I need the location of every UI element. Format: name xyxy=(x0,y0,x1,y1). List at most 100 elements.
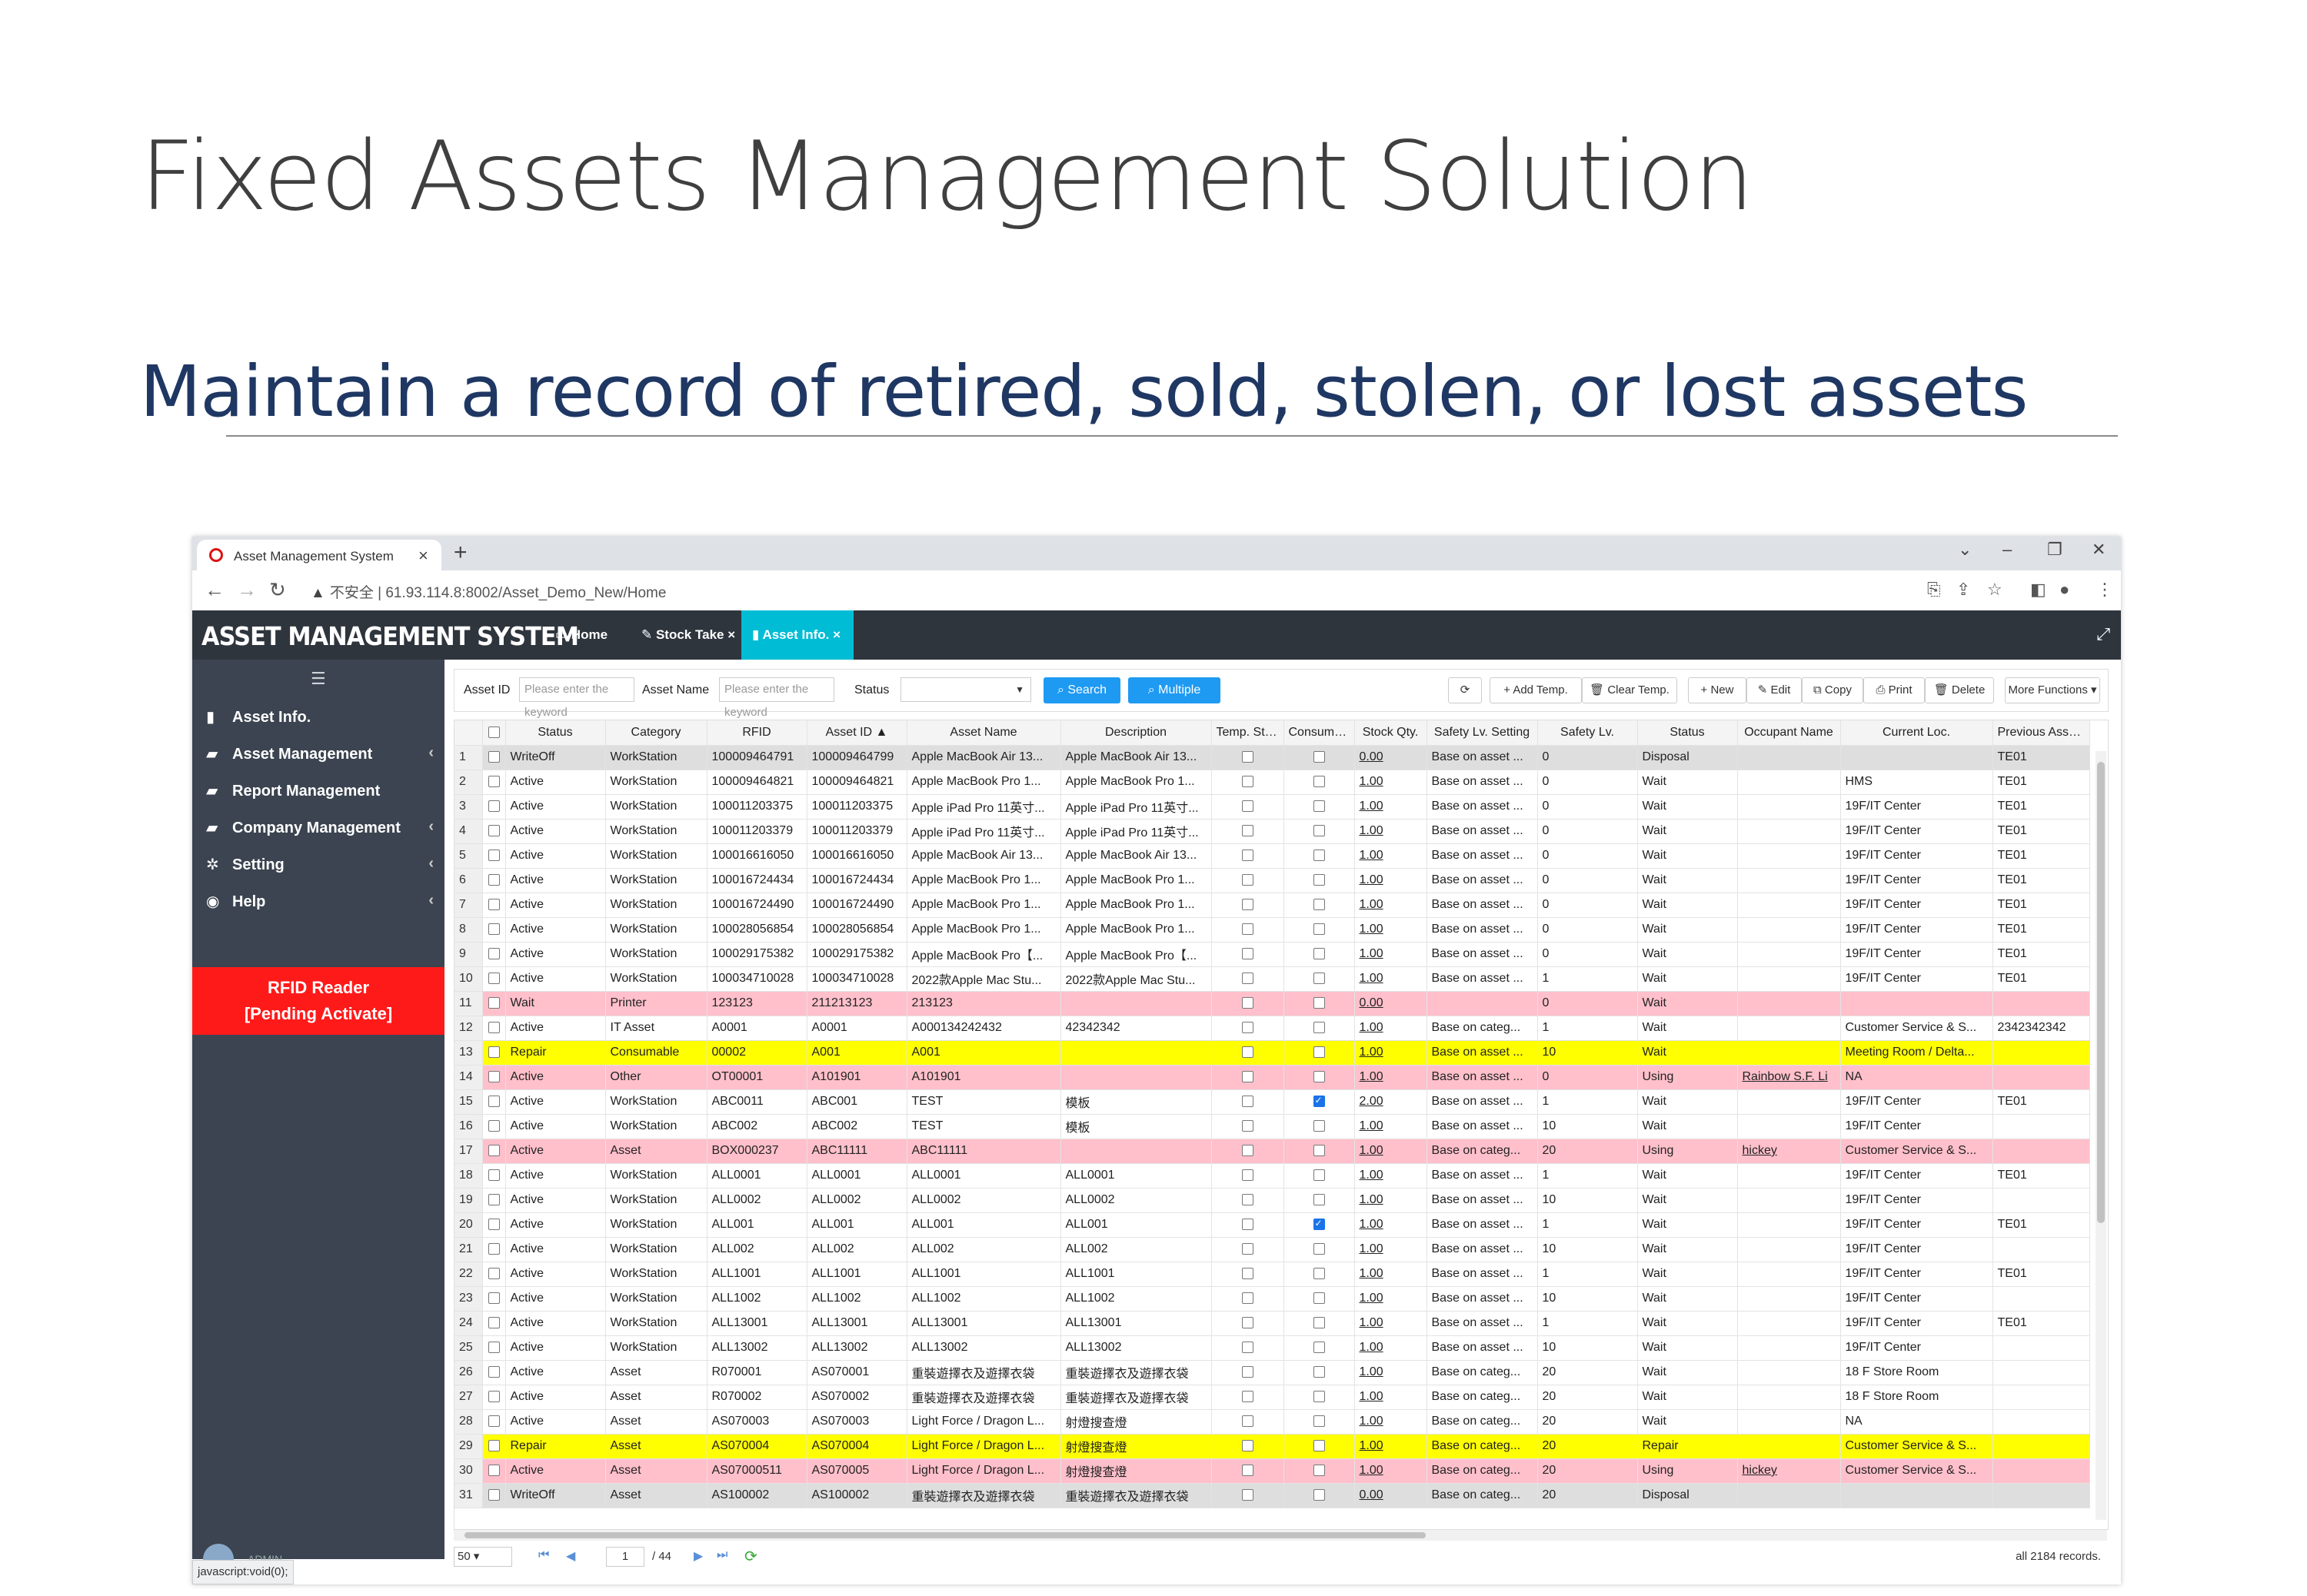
stock-qty-link[interactable]: 1.00 xyxy=(1360,1242,1383,1255)
column-header[interactable]: RFID xyxy=(707,720,807,746)
consumable-checkbox[interactable] xyxy=(1313,1465,1325,1477)
sidebar-item-asset-info[interactable]: ▮ Asset Info. xyxy=(192,700,444,735)
forward-icon[interactable]: → xyxy=(237,578,257,602)
menu-dots-icon[interactable]: ⋮ xyxy=(2096,580,2113,600)
row-checkbox[interactable] xyxy=(488,850,500,862)
refresh-icon[interactable]: ⟳ xyxy=(744,1547,757,1566)
table-row[interactable]: 7 Active WorkStation 100016724490 1000167244… xyxy=(454,893,2090,918)
temp-storage-checkbox[interactable] xyxy=(1241,1243,1253,1255)
row-checkbox[interactable] xyxy=(488,973,500,985)
stock-qty-link[interactable]: 1.00 xyxy=(1360,1267,1383,1280)
temp-storage-checkbox[interactable] xyxy=(1241,1169,1253,1182)
consumable-checkbox[interactable] xyxy=(1313,1120,1325,1132)
table-row[interactable]: 23 Active WorkStation ALL1002 ALL1002 ALL1002… xyxy=(454,1286,2090,1312)
consumable-checkbox[interactable] xyxy=(1313,923,1325,936)
reload-icon[interactable]: ↻ xyxy=(269,578,286,602)
table-row[interactable]: 9 Active WorkStation 100029175382 1000291753… xyxy=(454,942,2090,967)
row-checkbox[interactable] xyxy=(488,874,500,886)
page-number-input[interactable]: 1 xyxy=(606,1547,644,1567)
back-icon[interactable]: ← xyxy=(205,578,225,602)
last-page-icon[interactable]: ⏭ xyxy=(717,1548,727,1562)
page-size-select[interactable]: 50 ▾ xyxy=(454,1547,512,1567)
row-checkbox[interactable] xyxy=(488,923,500,936)
table-row[interactable]: 8 Active WorkStation 100028056854 1000280568… xyxy=(454,917,2090,943)
row-checkbox[interactable] xyxy=(488,800,500,813)
temp-storage-checkbox[interactable] xyxy=(1241,1366,1253,1378)
column-header[interactable]: Stock Qty. xyxy=(1354,720,1427,746)
sidebar-item-asset-management[interactable]: ▰ Asset Management ‹ xyxy=(192,736,444,772)
temp-storage-checkbox[interactable] xyxy=(1241,776,1253,788)
edit-button[interactable]: ✎ Edit xyxy=(1746,677,1802,703)
consumable-checkbox[interactable] xyxy=(1313,1169,1325,1182)
stock-qty-link[interactable]: 1.00 xyxy=(1360,1316,1383,1329)
table-row[interactable]: 31 WriteOff Asset AS100002 AS100002 重裝遊擇衣及遊擇衣… xyxy=(454,1483,2090,1508)
stock-qty-link[interactable]: 1.00 xyxy=(1360,1046,1383,1059)
table-row[interactable]: 27 Active Asset R070002 AS070002 重裝遊擇衣及遊擇衣袋 重裝… xyxy=(454,1385,2090,1410)
table-row[interactable]: 15 ActiveWorkStationABC0011ABC001TEST模板 2.… xyxy=(454,1089,2090,1115)
row-checkbox[interactable] xyxy=(488,1219,500,1231)
row-checkbox[interactable] xyxy=(488,1268,500,1280)
row-checkbox[interactable] xyxy=(488,1022,500,1034)
stock-qty-link[interactable]: 1.00 xyxy=(1360,1292,1383,1305)
temp-storage-checkbox[interactable] xyxy=(1241,899,1253,911)
temp-storage-checkbox[interactable] xyxy=(1241,1194,1253,1206)
stock-qty-link[interactable]: 1.00 xyxy=(1360,1169,1383,1182)
consumable-checkbox[interactable] xyxy=(1313,1317,1325,1329)
consumable-checkbox[interactable] xyxy=(1313,776,1325,788)
consumable-checkbox[interactable] xyxy=(1313,997,1325,1009)
consumable-checkbox[interactable] xyxy=(1313,874,1325,886)
table-row[interactable]: 25 Active WorkStation ALL13002 ALL13002 ALL13… xyxy=(454,1335,2090,1361)
consumable-checkbox[interactable] xyxy=(1313,1342,1325,1354)
consumable-checkbox[interactable] xyxy=(1313,899,1325,911)
temp-storage-checkbox[interactable] xyxy=(1241,1022,1253,1034)
consumable-checkbox[interactable] xyxy=(1313,1095,1325,1108)
next-page-icon[interactable]: ▶ xyxy=(694,1548,703,1564)
minimize-icon[interactable]: – xyxy=(2002,540,2012,560)
table-row[interactable]: 26 Active Asset R070001 AS070001 重裝遊擇衣及遊擇衣袋 重裝… xyxy=(454,1360,2090,1385)
temp-storage-checkbox[interactable] xyxy=(1241,850,1253,862)
restore-icon[interactable]: ❐ xyxy=(2047,540,2062,560)
horizontal-scrollbar[interactable] xyxy=(454,1530,2107,1541)
temp-storage-checkbox[interactable] xyxy=(1241,1096,1253,1108)
row-checkbox[interactable] xyxy=(488,1292,500,1305)
temp-storage-checkbox[interactable] xyxy=(1241,1046,1253,1059)
consumable-checkbox[interactable] xyxy=(1313,1268,1325,1280)
column-header[interactable] xyxy=(482,720,506,746)
stock-qty-link[interactable]: 1.00 xyxy=(1360,1439,1383,1452)
column-header[interactable]: Category xyxy=(605,720,707,746)
temp-storage-checkbox[interactable] xyxy=(1241,1391,1253,1403)
consumable-checkbox[interactable] xyxy=(1313,1243,1325,1255)
copy-button[interactable]: ⧉ Copy xyxy=(1802,677,1863,703)
table-row[interactable]: 1 WriteOff WorkStation 100009464791 10000946… xyxy=(454,745,2090,770)
tab-home[interactable]: ▭ Home xyxy=(544,610,618,660)
profile-icon[interactable]: ● xyxy=(2059,580,2069,600)
consumable-checkbox[interactable] xyxy=(1313,1415,1325,1428)
consumable-checkbox[interactable] xyxy=(1313,1489,1325,1501)
stock-qty-link[interactable]: 1.00 xyxy=(1360,824,1383,837)
temp-storage-checkbox[interactable] xyxy=(1241,1145,1253,1157)
consumable-checkbox[interactable] xyxy=(1313,850,1325,862)
stock-qty-link[interactable]: 0.00 xyxy=(1360,1488,1383,1501)
stock-qty-link[interactable]: 1.00 xyxy=(1360,1365,1383,1378)
column-header[interactable]: Consumabl xyxy=(1283,720,1355,746)
temp-storage-checkbox[interactable] xyxy=(1241,923,1253,936)
browser-tab[interactable]: Asset Management System × xyxy=(197,540,441,570)
table-row[interactable]: 10 Active WorkStation 100034710028 100034710… xyxy=(454,966,2090,992)
row-checkbox[interactable] xyxy=(488,825,500,837)
asset-id-input[interactable]: Please enter the keyword xyxy=(519,677,634,719)
temp-storage-checkbox[interactable] xyxy=(1241,997,1253,1009)
table-row[interactable]: 29 Repair Asset AS070004 AS070004 Light Force… xyxy=(454,1434,2090,1459)
stock-qty-link[interactable]: 1.00 xyxy=(1360,923,1383,936)
temp-storage-checkbox[interactable] xyxy=(1241,973,1253,985)
table-row[interactable]: 6 Active WorkStation 100016724434 1000167244… xyxy=(454,868,2090,893)
consumable-checkbox[interactable] xyxy=(1313,751,1325,763)
row-checkbox[interactable] xyxy=(488,1391,500,1403)
column-header[interactable]: Temp. Stora xyxy=(1211,720,1284,746)
row-checkbox[interactable] xyxy=(488,1366,500,1378)
delete-button[interactable]: 🗑 Delete xyxy=(1925,677,1994,703)
row-checkbox[interactable] xyxy=(488,1194,500,1206)
column-header[interactable]: Status xyxy=(1637,720,1738,746)
consumable-checkbox[interactable] xyxy=(1313,800,1325,813)
stock-qty-link[interactable]: 2.00 xyxy=(1360,1095,1383,1108)
column-header[interactable]: Safety Lv. Setting xyxy=(1426,720,1538,746)
